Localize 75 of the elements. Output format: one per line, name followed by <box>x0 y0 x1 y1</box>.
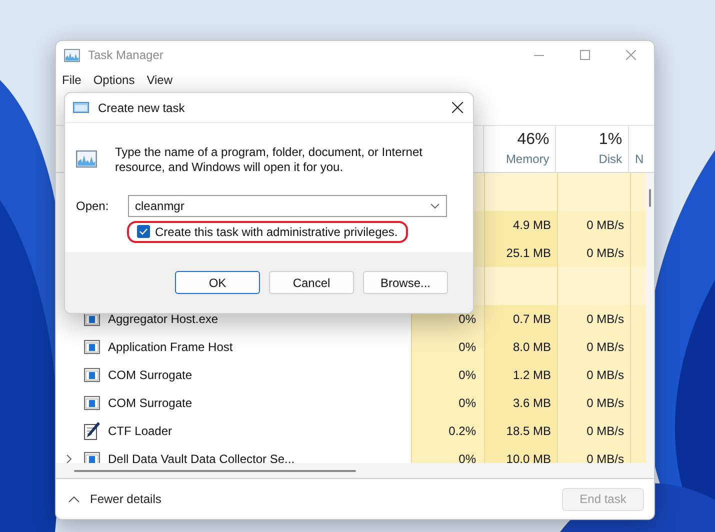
disk-cell: 0 MB/s <box>557 445 630 463</box>
dialog-button[interactable]: Browse... <box>363 271 448 294</box>
disk-cell: 0 MB/s <box>557 361 630 389</box>
window-icon <box>84 452 100 463</box>
menu-item[interactable]: Options <box>93 71 135 89</box>
network-cell <box>630 173 646 211</box>
process-name: CTF Loader <box>108 423 172 440</box>
chevron-down-icon <box>430 203 440 209</box>
process-name: Dell Data Vault Data Collector Se... <box>108 451 295 463</box>
check-icon <box>139 228 148 235</box>
scrollbar-thumb[interactable] <box>649 189 651 207</box>
memory-cell: 3.6 MB <box>484 389 557 417</box>
column-label: Disk <box>598 151 622 168</box>
cpu-cell: 0% <box>411 333 484 361</box>
disk-cell: 0 MB/s <box>557 239 630 267</box>
memory-cell: 4.9 MB <box>484 211 557 239</box>
disk-cell: 0 MB/s <box>557 333 630 361</box>
menu-item[interactable]: File <box>62 71 82 89</box>
cpu-cell: 0% <box>411 361 484 389</box>
maximize-icon <box>580 50 590 60</box>
process-name: COM Surrogate <box>108 395 192 412</box>
open-label: Open: <box>76 198 110 215</box>
close-icon[interactable] <box>452 102 463 113</box>
cpu-cell: 0% <box>411 389 484 417</box>
window-icon <box>84 340 100 354</box>
process-name: Aggregator Host.exe <box>108 311 218 328</box>
column-label: N <box>635 151 644 168</box>
window-icon <box>84 368 100 382</box>
memory-cell: 10.0 MB <box>484 445 557 463</box>
pen-on-paper-icon <box>84 422 100 440</box>
scrollbar-thumb[interactable] <box>74 470 356 472</box>
window-icon <box>73 102 89 113</box>
dialog-message: Type the name of a program, folder, document, or Internet resource, and Windows will open it for you. <box>114 145 424 175</box>
network-cell <box>630 211 646 239</box>
network-cell <box>630 267 646 305</box>
network-cell <box>630 239 646 267</box>
memory-cell: 8.0 MB <box>484 333 557 361</box>
fewer-details-button[interactable]: Fewer details <box>68 490 162 508</box>
close-icon <box>626 50 636 60</box>
dialog-button[interactable]: OK <box>175 271 260 294</box>
performance-graph-icon <box>64 48 80 62</box>
chevron-icon[interactable] <box>65 454 72 463</box>
disk-cell: 0 MB/s <box>557 417 630 445</box>
memory-cell: 18.5 MB <box>484 417 557 445</box>
vertical-scrollbar[interactable] <box>646 173 654 463</box>
network-cell <box>630 305 646 333</box>
cpu-cell: 0% <box>411 445 484 463</box>
memory-cell: 25.1 MB <box>484 239 557 267</box>
process-name: Application Frame Host <box>108 339 233 356</box>
disk-cell: 0 MB/s <box>557 211 630 239</box>
column-label: Memory <box>506 151 550 168</box>
checkbox[interactable] <box>137 225 150 238</box>
dialog-title: Create new task <box>98 100 185 116</box>
chevron-up-icon <box>68 496 80 502</box>
column-percent: 1% <box>598 130 622 150</box>
window-icon <box>84 396 100 410</box>
disk-cell: 0 MB/s <box>557 389 630 417</box>
memory-cell: 0.7 MB <box>484 305 557 333</box>
process-name: COM Surrogate <box>108 367 192 384</box>
column-header[interactable]: N <box>628 126 644 172</box>
column-header[interactable]: 1% Disk <box>555 126 628 172</box>
disk-cell: 0 MB/s <box>557 305 630 333</box>
admin-checkbox-row[interactable]: Create this task with administrative privileges. <box>127 220 408 242</box>
combobox-value: cleanmgr <box>135 198 184 215</box>
menu-item[interactable]: View <box>146 71 172 89</box>
horizontal-scrollbar[interactable] <box>56 463 654 479</box>
window-title: Task Manager <box>88 47 164 64</box>
cpu-cell: 0.2% <box>411 417 484 445</box>
minimize-icon <box>534 54 544 56</box>
checkbox-label: Create this task with administrative privileges. <box>155 224 398 240</box>
column-percent: 46% <box>517 130 550 150</box>
column-header[interactable]: 46% Memory <box>482 126 556 172</box>
dialog-button[interactable]: Cancel <box>269 271 354 294</box>
open-combobox[interactable]: cleanmgr <box>128 195 447 217</box>
memory-cell: 1.2 MB <box>484 361 557 389</box>
